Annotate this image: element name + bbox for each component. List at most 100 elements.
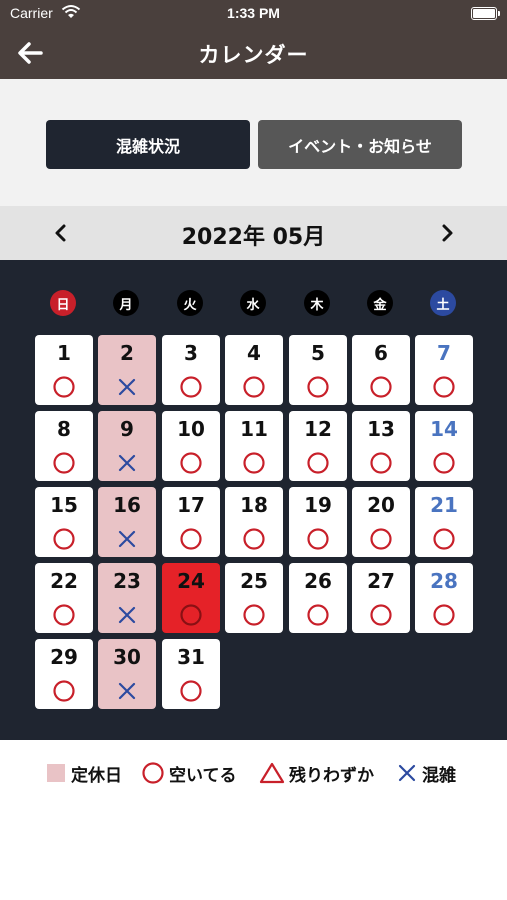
circle-icon xyxy=(307,528,329,550)
day-number: 1 xyxy=(57,341,71,365)
day-number: 4 xyxy=(247,341,261,365)
day-cell-20[interactable]: 20 xyxy=(352,487,410,557)
day-cell-14[interactable]: 14 xyxy=(415,411,473,481)
day-cell-15[interactable]: 15 xyxy=(35,487,93,557)
month-navigator: 2022年 05月 xyxy=(0,206,507,260)
battery-icon xyxy=(471,7,500,20)
day-number: 18 xyxy=(240,493,268,517)
circle-icon xyxy=(180,680,202,702)
circle-icon xyxy=(243,604,265,626)
legend: 定休日 空いてる 残りわずか 混雑 xyxy=(0,740,507,806)
day-cell-10[interactable]: 10 xyxy=(162,411,220,481)
day-cell-28[interactable]: 28 xyxy=(415,563,473,633)
day-cell-4[interactable]: 4 xyxy=(225,335,283,405)
circle-icon xyxy=(433,528,455,550)
day-cell-29[interactable]: 29 xyxy=(35,639,93,709)
weekday-tuesday: 火 xyxy=(177,290,203,316)
day-cell-12[interactable]: 12 xyxy=(289,411,347,481)
circle-icon xyxy=(53,376,75,398)
day-cell-8[interactable]: 8 xyxy=(35,411,93,481)
chevron-right-icon[interactable] xyxy=(434,220,460,246)
circle-icon xyxy=(307,376,329,398)
status-bar: Carrier 1:33 PM xyxy=(0,0,507,26)
page-title: カレンダー xyxy=(198,43,309,67)
day-number: 6 xyxy=(374,341,388,365)
day-cell-18[interactable]: 18 xyxy=(225,487,283,557)
cross-icon xyxy=(118,682,136,700)
day-number: 3 xyxy=(184,341,198,365)
closed-swatch xyxy=(47,764,65,782)
circle-icon xyxy=(433,604,455,626)
clock: 1:33 PM xyxy=(227,5,280,21)
day-number: 21 xyxy=(430,493,458,517)
day-cell-19[interactable]: 19 xyxy=(289,487,347,557)
circle-icon xyxy=(307,452,329,474)
circle-icon xyxy=(180,376,202,398)
legend-closed-label: 定休日 xyxy=(71,765,122,786)
circle-icon xyxy=(180,604,202,626)
day-number: 5 xyxy=(311,341,325,365)
day-number: 17 xyxy=(177,493,205,517)
day-cell-17[interactable]: 17 xyxy=(162,487,220,557)
cross-icon xyxy=(118,530,136,548)
calendar-grid: 日月火水木金土 1 2 3 4 5 6 7 8 9 10 11 12 13 14 15 16 17 18 19 20 21… xyxy=(0,260,507,740)
circle-icon xyxy=(307,604,329,626)
weekday-sunday: 日 xyxy=(50,290,76,316)
day-number: 8 xyxy=(57,417,71,441)
month-label: 2022年 05月 xyxy=(181,225,326,250)
cross-icon xyxy=(118,378,136,396)
circle-icon xyxy=(243,528,265,550)
circle-icon xyxy=(433,376,455,398)
day-number: 25 xyxy=(240,569,268,593)
day-cell-2[interactable]: 2 xyxy=(98,335,156,405)
day-cell-16[interactable]: 16 xyxy=(98,487,156,557)
day-number: 26 xyxy=(304,569,332,593)
day-cell-23[interactable]: 23 xyxy=(98,563,156,633)
weekday-wednesday: 水 xyxy=(240,290,266,316)
circle-icon xyxy=(180,452,202,474)
tab-congestion[interactable]: 混雑状況 xyxy=(46,120,250,169)
circle-icon xyxy=(180,528,202,550)
day-number: 12 xyxy=(304,417,332,441)
day-number: 28 xyxy=(430,569,458,593)
day-cell-9[interactable]: 9 xyxy=(98,411,156,481)
nav-bar: カレンダー xyxy=(0,26,507,79)
day-cell-5[interactable]: 5 xyxy=(289,335,347,405)
day-cell-7[interactable]: 7 xyxy=(415,335,473,405)
tab-events[interactable]: イベント・お知らせ xyxy=(258,120,462,169)
cross-icon xyxy=(118,606,136,624)
day-number: 14 xyxy=(430,417,458,441)
day-cell-30[interactable]: 30 xyxy=(98,639,156,709)
triangle-icon xyxy=(259,762,285,784)
day-cell-21[interactable]: 21 xyxy=(415,487,473,557)
circle-icon xyxy=(370,604,392,626)
day-cell-11[interactable]: 11 xyxy=(225,411,283,481)
circle-icon xyxy=(243,452,265,474)
day-number: 22 xyxy=(50,569,78,593)
day-number: 20 xyxy=(367,493,395,517)
weekday-thursday: 木 xyxy=(304,290,330,316)
day-cell-24[interactable]: 24 xyxy=(162,563,220,633)
day-number: 19 xyxy=(304,493,332,517)
cross-icon xyxy=(398,764,416,782)
legend-few-left-label: 残りわずか xyxy=(289,765,374,786)
circle-icon xyxy=(53,528,75,550)
day-cell-26[interactable]: 26 xyxy=(289,563,347,633)
circle-icon xyxy=(243,376,265,398)
weekday-saturday: 土 xyxy=(430,290,456,316)
day-cell-13[interactable]: 13 xyxy=(352,411,410,481)
day-cell-27[interactable]: 27 xyxy=(352,563,410,633)
day-cell-6[interactable]: 6 xyxy=(352,335,410,405)
day-number: 23 xyxy=(113,569,141,593)
legend-few-left: 残りわずか xyxy=(259,762,374,786)
legend-crowded-label: 混雑 xyxy=(422,765,456,786)
day-cell-1[interactable]: 1 xyxy=(35,335,93,405)
day-cell-31[interactable]: 31 xyxy=(162,639,220,709)
day-number: 30 xyxy=(113,645,141,669)
day-cell-3[interactable]: 3 xyxy=(162,335,220,405)
day-cell-25[interactable]: 25 xyxy=(225,563,283,633)
day-cell-22[interactable]: 22 xyxy=(35,563,93,633)
day-number: 31 xyxy=(177,645,205,669)
day-number: 13 xyxy=(367,417,395,441)
circle-icon xyxy=(370,528,392,550)
